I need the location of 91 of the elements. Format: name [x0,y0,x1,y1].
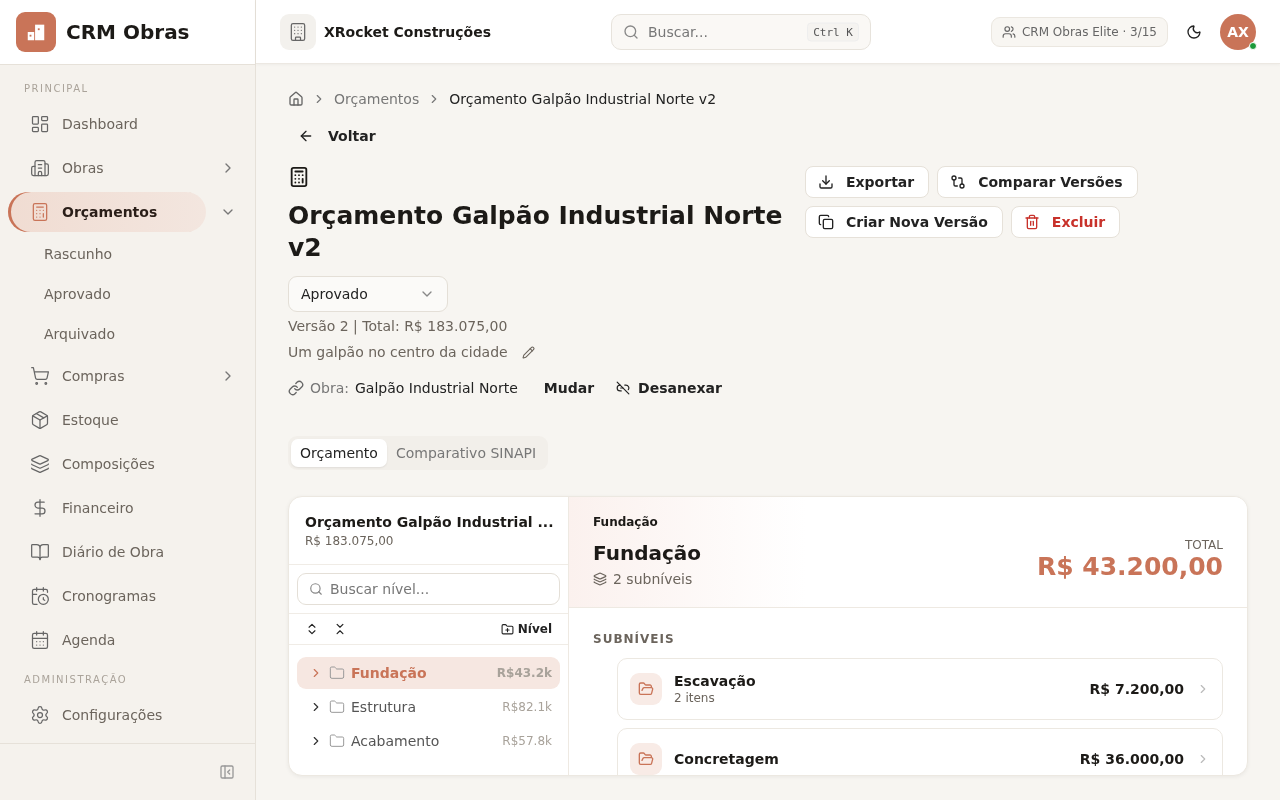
obra-name: Galpão Industrial Norte [354,380,518,396]
nav-item[interactable]: Composições [8,444,247,484]
download-icon [818,174,834,190]
folder-icon [329,665,345,681]
nav-item[interactable]: Agenda [8,620,247,660]
tree-total: R$ 183.075,00 [305,534,395,548]
tree-item[interactable]: Acabamento R$57.8k [297,725,560,757]
sublevel-count: 2 subníveis [613,571,693,587]
sublevel-name: Escavação [674,673,757,689]
item-count: 2 itens [674,691,716,705]
tab[interactable]: Comparativo SINAPI [386,439,546,467]
copy-button[interactable]: Criar Nova Versão [805,206,1003,238]
calculator-icon [288,166,310,188]
tree-item[interactable]: Fundação R$43.2k [297,657,560,689]
budget-title: Orçamento Galpão Industrial Norte v2 [288,200,784,264]
copy-icon [818,214,834,230]
unlink-icon [616,381,631,395]
status-select[interactable]: Aprovado [288,276,448,312]
link-icon [288,380,304,396]
section-label: ADMINISTRAÇÃO [23,672,129,687]
plan-label: CRM Obras Elite · 3/15 [1021,24,1157,39]
settings-icon [30,705,50,725]
tab[interactable]: Orçamento [291,439,387,467]
nav-item[interactable]: Configurações [8,695,247,735]
section-label: PRINCIPAL [23,82,90,96]
nav-item[interactable]: Compras [8,356,247,396]
user-avatar[interactable]: AX [1220,13,1256,50]
company-name: XRocket Construções [324,23,492,40]
dashboard-icon [30,114,50,134]
level-search-field[interactable]: Buscar nível... [297,573,560,605]
folder-icon [329,733,345,749]
nav-item[interactable]: Obras [8,148,247,188]
plan-badge[interactable]: CRM Obras Elite · 3/15 [990,16,1168,47]
nav-item[interactable]: Cronogramas [8,576,247,616]
compare-button[interactable]: Comparar Versões [937,166,1138,198]
sublevel-card[interactable]: Concretagem R$ 36.000,00 [617,728,1223,775]
total-value: R$ 43.200,00 [1036,552,1223,581]
back-button[interactable]: Voltar [288,120,386,152]
sublevel-name: Concretagem [674,751,780,767]
folder-plus-icon [500,622,514,636]
search-icon [309,582,323,596]
level-breadcrumb: Fundação [593,515,659,529]
trash-icon [1023,214,1040,230]
collapse-all-icon[interactable] [333,622,347,636]
sublevel-amount: R$ 36.000,00 [1079,751,1184,767]
total-label: TOTAL [1183,538,1223,552]
delete-button[interactable]: Excluir [1010,206,1121,238]
arrow-left-icon [298,128,314,144]
nav-item[interactable]: Estoque [8,400,247,440]
detach-button[interactable]: Desanexar [608,376,730,400]
tree-title: Orçamento Galpão Industrial ... [305,514,552,530]
folder-icon [329,699,345,715]
calendar-icon [30,630,50,650]
book-icon [30,542,50,562]
breadcrumb-link[interactable]: Orçamentos [334,91,420,107]
nav-item[interactable]: Dashboard [8,104,247,144]
breadcrumb-current: Orçamento Galpão Industrial Norte v2 [449,91,717,107]
tree-item[interactable]: Estrutura R$82.1k [297,691,560,723]
sublevel-card[interactable]: Escavação 2 itens R$ 7.200,00 [617,658,1223,720]
level-title: Fundação [593,541,702,565]
folder-icon [630,673,662,705]
nav-subitem[interactable]: Arquivado [8,314,247,354]
moon-icon [1186,23,1202,40]
edit-icon[interactable] [521,345,535,359]
budget-meta: Versão 2 | Total: R$ 183.075,00 [288,318,509,334]
users-icon [1001,24,1016,39]
box-icon [30,410,50,430]
home-icon[interactable] [288,91,304,107]
shortcut-key: Ctrl K [807,22,859,41]
building-icon [30,158,50,178]
calculator-icon [30,202,50,222]
sublevel-amount: R$ 7.200,00 [1089,681,1184,697]
nav-subitem[interactable]: Aprovado [8,274,247,314]
export-button[interactable]: Exportar [805,166,930,198]
layers-icon [593,572,607,586]
section-heading: SUBNÍVEIS [592,630,676,648]
nav-subitem[interactable]: Rascunho [8,234,247,274]
company-icon [280,13,316,50]
budget-description: Um galpão no centro da cidade [288,344,508,360]
obra-label: Obra: [310,380,349,396]
brand-name: CRM Obras [66,20,190,44]
add-level-button[interactable]: Nível [500,622,552,636]
logo-icon [16,12,56,52]
calendar-clock-icon [30,586,50,606]
layers-icon [30,454,50,474]
change-button[interactable]: Mudar [535,376,603,400]
search-icon [623,23,639,40]
nav-item[interactable]: Diário de Obra [8,532,247,572]
cart-icon [30,366,50,386]
nav-item[interactable]: Financeiro [8,488,247,528]
compare-icon [950,174,967,190]
